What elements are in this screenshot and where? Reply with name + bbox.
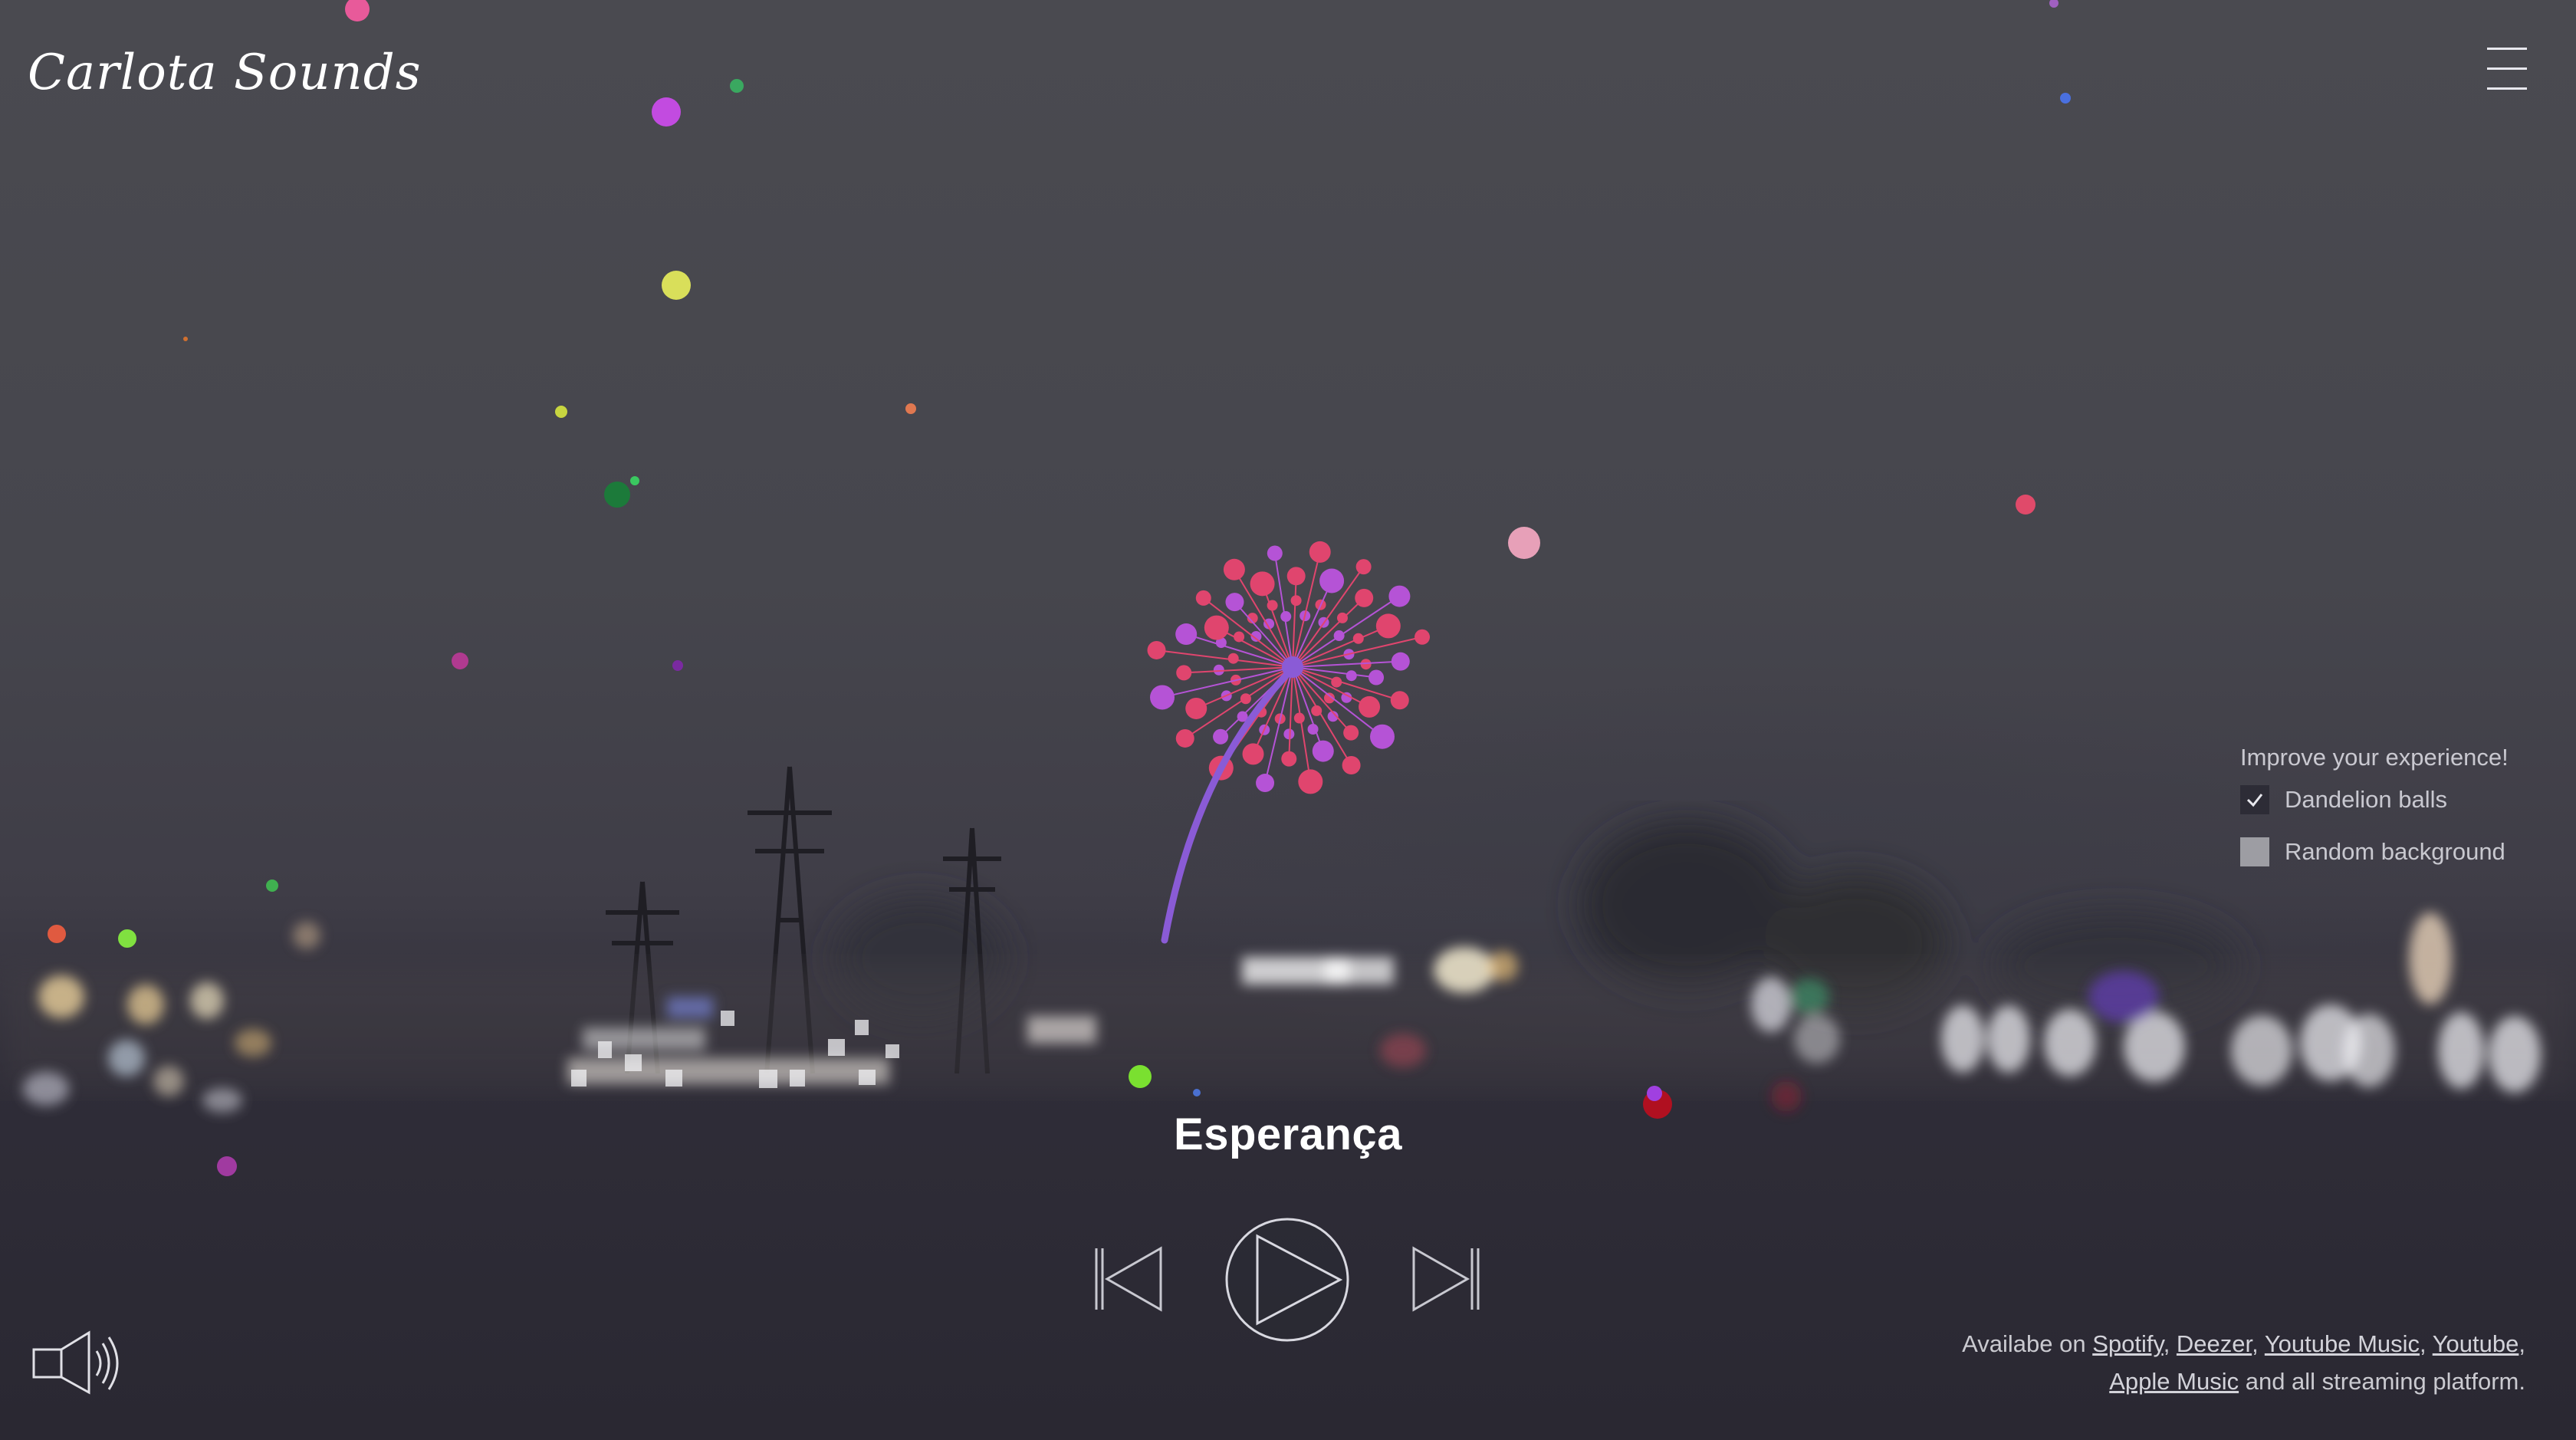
checkmark-icon (2246, 794, 2263, 807)
dandelion-seed (1342, 756, 1361, 775)
dandelion-seed (1346, 670, 1357, 682)
dandelion-seed (1343, 725, 1359, 741)
availability-prefix: Availabe on (1962, 1330, 2086, 1357)
dandelion-seed (1375, 613, 1401, 639)
dandelion-seed (1355, 588, 1374, 607)
menu-bar (2487, 67, 2527, 70)
dandelion-seed (1388, 585, 1411, 607)
dandelion-seed (1256, 774, 1275, 793)
dandelion-seed (1176, 665, 1192, 681)
dandelion-seed (1185, 697, 1208, 719)
dandelion-seed (1368, 669, 1385, 685)
menu-bar (2487, 48, 2527, 50)
dandelion-visualizer (1147, 541, 1431, 944)
dandelion-seed (1414, 629, 1431, 645)
dandelion-seed (1391, 652, 1410, 671)
availability-footer: Availabe on Spotify, Deezer, Youtube Mus… (1759, 1325, 2525, 1400)
dandelion-balls-label: Dandelion balls (2285, 786, 2447, 813)
dandelion-seed (1390, 691, 1409, 710)
dandelion-center (1282, 656, 1303, 678)
dandelion-balls-checkbox[interactable] (2240, 785, 2269, 814)
random-background-label: Random background (2285, 838, 2505, 865)
dandelion-seed (1147, 640, 1166, 659)
dandelion-ray (1292, 660, 1401, 668)
dandelion-seed (1227, 653, 1239, 664)
dandelion-ray (1184, 666, 1293, 674)
dandelion-seed (1213, 728, 1229, 745)
experience-panel: Improve your experience! Dandelion balls… (2240, 744, 2562, 866)
dandelion-seed (1223, 558, 1245, 580)
dandelion-seed (1195, 590, 1211, 606)
dandelion-seed (1281, 751, 1297, 767)
experience-title: Improve your experience! (2240, 744, 2509, 771)
dandelion-seed (1312, 740, 1334, 762)
dandelion-seed (1309, 541, 1331, 563)
dandelion-ray (1156, 649, 1293, 668)
skip-next-icon[interactable] (1409, 1245, 1483, 1313)
availability-line-2: Apple Music and all streaming platform. (1759, 1363, 2525, 1400)
dandelion-seed (1175, 623, 1198, 646)
link-apple-music[interactable]: Apple Music (2109, 1368, 2239, 1395)
dandelion-balls-option[interactable]: Dandelion balls (2240, 782, 2447, 817)
play-icon (1225, 1218, 1349, 1342)
dandelion-seed (1298, 769, 1323, 794)
dandelion-seed (1250, 571, 1275, 597)
link-deezer[interactable]: Deezer (2177, 1330, 2252, 1357)
link-youtube[interactable]: Youtube (2433, 1330, 2519, 1357)
availability-suffix: and all streaming platform. (2245, 1368, 2525, 1395)
dandelion-seed (1149, 685, 1175, 710)
dandelion-seed (1369, 724, 1395, 749)
skip-previous-icon[interactable] (1092, 1245, 1165, 1313)
dandelion-seed (1204, 615, 1229, 640)
hamburger-menu-icon[interactable] (2487, 46, 2530, 92)
link-youtube-music[interactable]: Youtube Music (2265, 1330, 2420, 1357)
random-background-option[interactable]: Random background (2240, 834, 2505, 870)
dandelion-seed (1286, 567, 1306, 586)
dandelion-seed (1225, 593, 1244, 612)
dandelion-seed (1359, 695, 1381, 718)
speaker-volume-icon[interactable] (31, 1330, 121, 1396)
song-title: Esperança (1174, 1110, 1402, 1159)
link-spotify[interactable]: Spotify (2092, 1330, 2163, 1357)
dandelion-seed (1242, 743, 1264, 765)
availability-line-1: Availabe on Spotify, Deezer, Youtube Mus… (1962, 1330, 2525, 1357)
random-background-checkbox[interactable] (2240, 837, 2269, 866)
dandelion-seed (1319, 568, 1345, 593)
menu-bar (2487, 87, 2527, 90)
dandelion-seed (1355, 559, 1372, 575)
brand-logo[interactable]: Carlota Sounds (28, 44, 422, 101)
dandelion-seed (1175, 728, 1194, 748)
dandelion-seed (1267, 545, 1283, 561)
play-button[interactable] (1224, 1216, 1351, 1343)
